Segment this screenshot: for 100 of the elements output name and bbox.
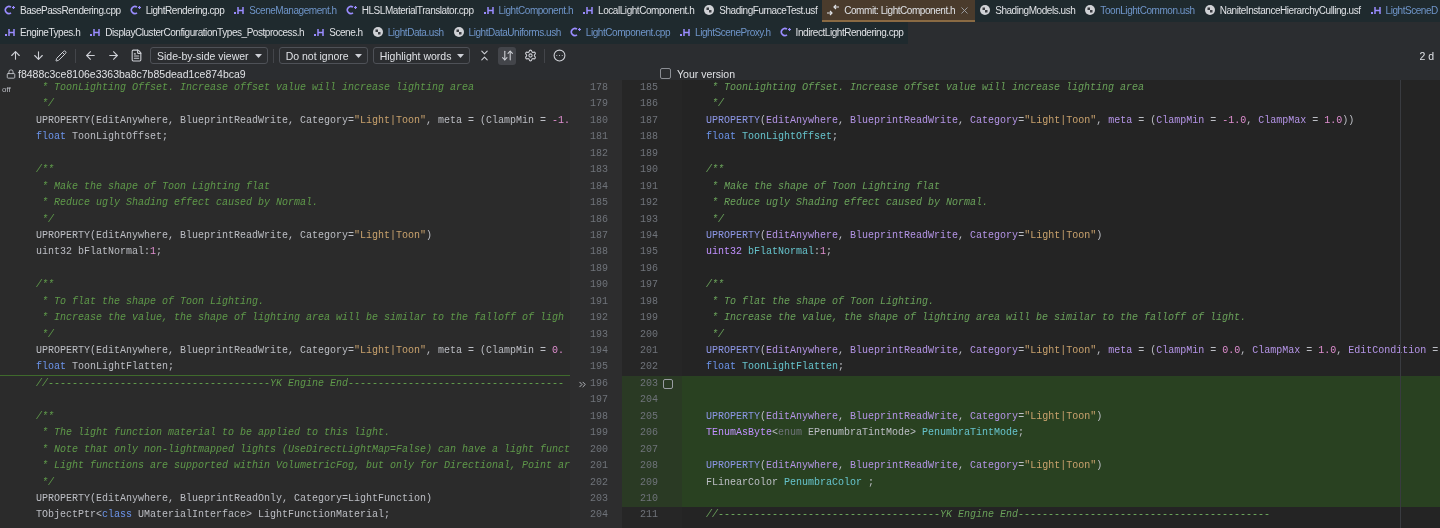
line-number: 196: [640, 261, 658, 276]
line-number: 207: [640, 442, 658, 457]
code-line: */: [711, 213, 724, 225]
line-number: 178: [590, 81, 608, 95]
code-line: TEnumAsByte<enum EPenumbraTintMode> PenumbraTintMode;: [706, 427, 1025, 439]
line-number: 185: [590, 196, 608, 211]
editor-tab[interactable]: LightRendering.cpp: [125, 0, 230, 22]
highlight-dropdown[interactable]: Highlight words: [372, 47, 471, 64]
code-line: * The light function material to be applied to this light.: [41, 427, 391, 439]
line-number: 179: [590, 97, 608, 112]
editor-tab[interactable]: LightSceneProxy.h: [675, 22, 776, 44]
code-line: */: [41, 476, 54, 488]
code-line: * Reduce ugly Shading effect caused by Normal.: [711, 197, 989, 209]
header-file-icon: [233, 4, 246, 16]
editor-tab[interactable]: LightComponent.h: [478, 0, 579, 22]
shader-file-icon: [703, 4, 716, 16]
code-line: * ToonLighting Offset. Increase offset value will increase lighting area: [41, 82, 475, 93]
editor-tab[interactable]: ShadingFurnaceTest.usf: [699, 0, 823, 22]
editor-tab[interactable]: HLSLMaterialTranslator.cpp: [341, 0, 479, 22]
code-line: /**: [36, 279, 54, 291]
more-icon[interactable]: [550, 46, 569, 65]
shader-file-icon: [979, 4, 992, 16]
cpp-file-icon: [779, 26, 792, 38]
line-number: 185: [640, 81, 658, 95]
line-number: 204: [590, 508, 608, 523]
code-line: * To flat the shape of Toon Lighting.: [41, 295, 265, 307]
code-line: float ToonLightFlatten;: [706, 361, 845, 373]
line-number: 202: [640, 360, 658, 375]
close-icon[interactable]: [959, 4, 971, 16]
editor-tab[interactable]: LightData.ush: [367, 22, 449, 44]
code-line: UPROPERTY(EditAnywhere, BlueprintReadWrite, Category="Light|Toon"): [706, 460, 1103, 472]
line-number: 201: [640, 344, 658, 358]
code-line: * Make the shape of Toon Lighting flat: [711, 180, 941, 192]
code-line: uint32 bFlatNormal:1;: [706, 246, 833, 258]
editor-tab[interactable]: LightDataUniforms.ush: [448, 22, 566, 44]
editor-tab[interactable]: ShadingModels.ush: [975, 0, 1081, 22]
code-line: TObjectPtr<class UMaterialInterface> LightFunctionMaterial;: [36, 509, 391, 521]
editor-tab[interactable]: IndirectLightRendering.cpp: [775, 22, 909, 44]
revision-hash: f8488c3ce8106e3363ba8c7b85dead1ce874bca9: [18, 67, 246, 80]
commit-icon: [826, 4, 841, 16]
line-number: 191: [590, 294, 608, 309]
code-line: */: [41, 213, 54, 225]
header-file-icon: [582, 4, 595, 16]
line-number: 190: [590, 278, 608, 293]
header-file-icon: [679, 26, 692, 38]
editor-tab[interactable]: LightSceneD: [1365, 0, 1440, 22]
editor-tab[interactable]: LightComponent.cpp: [565, 22, 676, 44]
code-line: uint32 bFlatNormal:1;: [36, 246, 163, 258]
your-version-label: Your version: [677, 67, 735, 80]
line-number: 202: [590, 475, 608, 490]
your-version-checkbox[interactable]: [660, 68, 671, 79]
lock-icon: [6, 68, 16, 79]
header-file-icon: [313, 26, 326, 38]
header-file-icon: [482, 4, 495, 16]
line-number: 204: [640, 393, 658, 408]
line-number: 193: [640, 212, 658, 227]
ignore-dropdown[interactable]: Do not ignore: [278, 47, 368, 64]
editor-tab[interactable]: NaniteInstanceHierarchyCulling.usf: [1199, 0, 1366, 22]
line-number: 189: [590, 261, 608, 276]
code-line: UPROPERTY(EditAnywhere, BlueprintReadWrite, Category="Light|Toon"): [706, 229, 1103, 241]
header-file-icon: [1369, 4, 1382, 16]
line-number: 189: [640, 146, 658, 161]
line-number: 183: [590, 163, 608, 178]
line-number: 210: [640, 491, 658, 506]
code-line: //-------------------------------------YK Engine End------------------------------------: [36, 377, 565, 389]
editor-tab[interactable]: EngineTypes.h: [0, 22, 86, 44]
shader-file-icon: [1084, 4, 1097, 16]
change-checkbox[interactable]: [663, 379, 673, 390]
line-number: 198: [590, 409, 608, 424]
line-number: 194: [590, 344, 608, 358]
line-number: 195: [640, 245, 658, 260]
code-line: * Increase the value, the shape of lighting area will be similar to the falloff of ligh: [41, 312, 565, 324]
line-number: 184: [590, 179, 608, 194]
line-number: 199: [640, 311, 658, 326]
editor-tab[interactable]: ToonLightCommon.ush: [1080, 0, 1200, 22]
editor-tab[interactable]: SceneManagement.h: [229, 0, 342, 22]
line-number: 190: [640, 163, 658, 178]
code-line: UPROPERTY(EditAnywhere, BlueprintReadOnly, Category=LightFunction): [36, 492, 433, 504]
code-line: UPROPERTY(EditAnywhere, BlueprintReadWrite, Category="Light|Toon", meta = (ClampMin = -1.: [36, 114, 570, 126]
shader-file-icon: [452, 26, 465, 38]
line-number: 195: [590, 360, 608, 375]
line-number: 211: [640, 508, 658, 523]
editor-tab[interactable]: DisplayClusterConfigurationTypes_Postprocess.h: [85, 22, 310, 44]
line-number: 201: [590, 459, 608, 474]
editor-tab[interactable]: LocalLightComponent.h: [578, 0, 700, 22]
code-line: /**: [36, 410, 54, 422]
line-number: 203: [590, 491, 608, 506]
line-number: 194: [640, 228, 658, 243]
editor-tab[interactable]: Scene.h: [309, 22, 368, 44]
editor-tab[interactable]: BasePassRendering.cpp: [0, 0, 126, 22]
code-line: * ToonLighting Offset. Increase offset value will increase lighting area: [711, 82, 1145, 93]
cpp-file-icon: [569, 26, 582, 38]
code-line: UPROPERTY(EditAnywhere, BlueprintReadWrite, Category="Light|Toon", meta = (ClampMin = 0.: [36, 345, 565, 356]
editor-tab[interactable]: Commit: LightComponent.h: [822, 0, 976, 22]
sync-scroll-toggle[interactable]: [498, 46, 517, 65]
caret-icon: [354, 53, 362, 58]
viewer-dropdown[interactable]: Side-by-side viewer: [150, 47, 268, 64]
line-number: 188: [640, 130, 658, 145]
line-number: 180: [590, 113, 608, 128]
code-line: */: [41, 328, 54, 340]
